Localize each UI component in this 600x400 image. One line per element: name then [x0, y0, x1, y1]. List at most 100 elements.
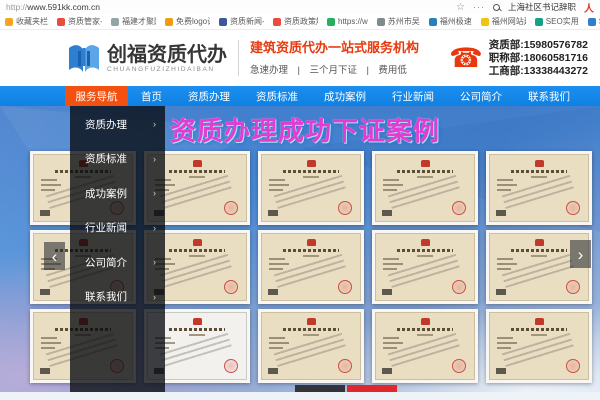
- nav-item-公司简介[interactable]: 公司简介: [447, 86, 515, 106]
- certificate-text-line: [269, 263, 289, 265]
- certificate-corner-box: [382, 289, 392, 295]
- red-seal-icon: [452, 201, 466, 215]
- menu-item-资质标准[interactable]: 资质标准 ›: [70, 142, 165, 177]
- nav-item-行业新闻[interactable]: 行业新闻: [379, 86, 447, 106]
- chevron-right-icon: ›: [153, 222, 156, 233]
- company-logo-icon: [69, 45, 99, 72]
- nav-item-联系我们[interactable]: 联系我们: [515, 86, 583, 106]
- certificate-subtitle-line: [417, 255, 433, 257]
- bookmark-item[interactable]: 福州网站建: [480, 16, 526, 27]
- certificate-thumbnail[interactable]: [258, 230, 364, 304]
- nav-service-button[interactable]: 服务导航: [65, 86, 128, 106]
- bookmark-item[interactable]: https://w: [327, 17, 368, 26]
- bookmark-favicon: [327, 17, 335, 26]
- red-seal-icon: [338, 201, 352, 215]
- bookmark-label: 福建才聚网: [122, 17, 156, 26]
- carousel-next-button[interactable]: ›: [570, 240, 591, 268]
- certificate-image: [375, 233, 475, 301]
- chevron-right-icon: ›: [153, 188, 156, 199]
- bookmark-item[interactable]: 收藏夹栏: [5, 16, 48, 27]
- features-text: 急速办理 | 三个月下证 | 费用低: [250, 65, 407, 76]
- certificate-image: [375, 154, 475, 222]
- bookmark-label: SEO实用: [545, 17, 579, 26]
- chevron-right-icon: ›: [153, 291, 156, 302]
- certificate-title-line: [396, 170, 454, 173]
- slogan-block: 建筑资质代办一站式服务机构 急速办理 | 三个月下证 | 费用低: [250, 40, 419, 76]
- nav-item-成功案例[interactable]: 成功案例: [311, 86, 379, 106]
- bookmark-label: 免费logo设: [176, 17, 210, 26]
- certificate-corner-box: [268, 368, 278, 374]
- bookmarks-bar[interactable]: 收藏夹栏 资质管家-1 福建才聚网 免费logo设 资质新闻-资 资质政策解 https:/…: [0, 14, 600, 30]
- pagination-bar[interactable]: [295, 385, 345, 392]
- certificate-title-line: [510, 249, 568, 252]
- certificate-thumbnail[interactable]: [372, 309, 478, 383]
- chevron-right-icon: ›: [153, 153, 156, 164]
- menu-item-资质办理[interactable]: 资质办理 ›: [70, 107, 165, 142]
- certificate-image: [489, 312, 589, 380]
- nav-item-资质办理[interactable]: 资质办理: [175, 86, 243, 106]
- search-icon[interactable]: [492, 3, 500, 11]
- red-seal-icon: [338, 359, 352, 373]
- certificate-text-line: [383, 179, 399, 181]
- certificate-image: [261, 154, 361, 222]
- certificate-thumbnail[interactable]: [258, 309, 364, 383]
- bookmark-item[interactable]: SEO优化: [587, 16, 600, 27]
- certificate-text-line: [41, 342, 61, 344]
- certificate-image: [375, 312, 475, 380]
- menu-item-公司简介[interactable]: 公司简介 ›: [70, 245, 165, 280]
- menu-item-成功案例[interactable]: 成功案例 ›: [70, 176, 165, 211]
- bookmark-favicon: [111, 17, 119, 26]
- certificate-thumbnail[interactable]: [258, 151, 364, 225]
- red-seal-icon: [224, 201, 238, 215]
- address-bar[interactable]: http:// www.591kk.com.cn ☆ ··· 上海社区书记辞职 …: [0, 0, 600, 15]
- carousel-pagination[interactable]: [295, 385, 397, 392]
- certificate-text-line: [269, 337, 285, 339]
- bookmark-item[interactable]: 资质新闻-资: [219, 16, 264, 27]
- certificate-subtitle-line: [531, 255, 547, 257]
- bookmark-favicon: [376, 17, 385, 26]
- certificate-corner-box: [382, 210, 392, 216]
- bookmark-favicon: [219, 17, 227, 26]
- national-emblem-icon: [534, 318, 544, 325]
- bookmark-item[interactable]: 资质管家-1: [57, 16, 102, 27]
- bookmark-item[interactable]: 苏州市吴: [376, 16, 420, 27]
- bookmark-item[interactable]: 福州极速: [428, 16, 472, 27]
- bookmark-item[interactable]: 免费logo设: [165, 16, 210, 27]
- favorite-star-icon[interactable]: ☆: [456, 2, 465, 13]
- search-hot-text[interactable]: 上海社区书记辞职: [508, 1, 576, 13]
- national-emblem-icon: [192, 239, 202, 246]
- bookmark-label: 资质管家-1: [68, 17, 102, 26]
- url-text: www.591kk.com.cn: [27, 2, 101, 12]
- carousel-prev-button[interactable]: ‹: [44, 242, 65, 270]
- slogan-text: 建筑资质代办一站式服务机构: [250, 40, 420, 55]
- bookmark-label: https://w: [338, 17, 368, 26]
- bookmark-item[interactable]: SEO实用: [534, 16, 579, 27]
- bookmark-label: 资质新闻-资: [230, 17, 264, 26]
- menu-item-联系我们[interactable]: 联系我们 ›: [70, 280, 165, 315]
- certificate-thumbnail[interactable]: [486, 309, 592, 383]
- certificate-thumbnail[interactable]: [486, 151, 592, 225]
- certificate-title-line: [396, 328, 454, 331]
- chevron-right-icon: ›: [153, 257, 156, 268]
- certificate-image: [489, 154, 589, 222]
- bookmark-label: 苏州市吴: [387, 17, 420, 26]
- red-seal-icon: [224, 280, 238, 294]
- certificate-thumbnail[interactable]: [372, 230, 478, 304]
- certificate-thumbnail[interactable]: [372, 151, 478, 225]
- menu-item-行业新闻[interactable]: 行业新闻 ›: [70, 211, 165, 246]
- bookmark-item[interactable]: 资质政策解: [273, 16, 318, 27]
- hero-carousel: 资质办理成功下证案例 资质办理 › 资质标准 › 成功案例 › 行业新闻 › 公司简介 › 联系我们…: [0, 106, 600, 392]
- certificate-text-line: [269, 179, 285, 181]
- pagination-bar[interactable]: [347, 385, 397, 392]
- logo-text: 创福资质代办 CHUANGFUZIZHIDAIBAN: [107, 44, 227, 73]
- certificate-title-line: [168, 249, 226, 252]
- menu-item-label: 联系我们: [85, 291, 127, 304]
- more-menu-icon[interactable]: ···: [473, 2, 485, 12]
- menu-item-label: 资质办理: [85, 118, 127, 131]
- browser-brand-icon[interactable]: 人: [584, 0, 594, 15]
- certificate-title-line: [282, 170, 340, 173]
- nav-item-资质标准[interactable]: 资质标准: [243, 86, 311, 106]
- bookmark-item[interactable]: 福建才聚网: [111, 16, 156, 27]
- main-nav: 服务导航 首页 资质办理 资质标准 成功案例 行业新闻 公司简介 联系我们: [0, 86, 600, 106]
- nav-item-首页[interactable]: 首页: [128, 86, 175, 106]
